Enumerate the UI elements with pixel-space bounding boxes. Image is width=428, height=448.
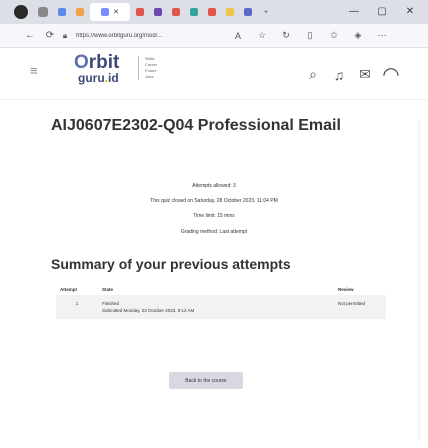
url-field[interactable]: https://www.orbitguru.org/mod/... bbox=[76, 33, 226, 39]
back-to-course-button[interactable]: Back to the course bbox=[169, 372, 243, 389]
time-limit: Time limit: 15 mins bbox=[193, 213, 235, 219]
summary-heading: Summary of your previous attempts bbox=[51, 256, 291, 272]
browser-tab[interactable] bbox=[168, 3, 184, 21]
back-history-icon[interactable] bbox=[38, 7, 48, 17]
favorites-icon[interactable]: ✩ bbox=[322, 30, 346, 41]
grading-method: Grading method: Last attempt bbox=[180, 229, 248, 235]
review-status: Not permitted bbox=[338, 301, 366, 306]
collections-icon[interactable]: ◈ bbox=[346, 30, 370, 41]
refresh-icon[interactable]: ↻ bbox=[274, 30, 298, 41]
browser-tab-active[interactable]: ✕ bbox=[90, 3, 130, 21]
logo-sub-text: guru bbox=[78, 71, 105, 85]
browser-tab[interactable] bbox=[150, 3, 166, 21]
browser-tab[interactable] bbox=[222, 3, 238, 21]
lock-icon: 🔒︎ bbox=[62, 30, 68, 40]
split-screen-icon[interactable]: ▯ bbox=[298, 30, 322, 41]
browser-tab[interactable] bbox=[54, 3, 70, 21]
attempts-table: Attempt State Review 1 Finished Submitte… bbox=[56, 284, 386, 319]
maximize-button[interactable]: ▢ bbox=[368, 2, 396, 20]
browser-tab[interactable] bbox=[204, 3, 220, 21]
attempt-number: 1 bbox=[75, 301, 79, 306]
reload-icon[interactable]: ⟳ bbox=[40, 30, 60, 41]
new-tab-button[interactable]: + bbox=[258, 3, 274, 21]
header-actions: ⌕ ♫ ✉ ◠ bbox=[300, 62, 404, 87]
logo-tagline: Skills Career Future Jobs bbox=[138, 56, 157, 80]
menu-icon[interactable]: ≡ bbox=[30, 63, 38, 78]
table-row: 1 Finished Submitted Monday, 23 October … bbox=[56, 295, 386, 319]
site-header: ≡ Orbit guru.id Skills Career Future Job… bbox=[0, 48, 428, 100]
chrome-profile-icon[interactable] bbox=[14, 5, 28, 19]
browser-tab[interactable] bbox=[186, 3, 202, 21]
browser-tab-bar: ✕ + — ▢ ✕ bbox=[0, 0, 428, 24]
window-controls: — ▢ ✕ bbox=[340, 2, 424, 20]
quiz-closed-note: This quiz closed on Saturday, 28 October… bbox=[150, 198, 278, 204]
browser-tab[interactable] bbox=[132, 3, 148, 21]
logo-o: O bbox=[74, 52, 89, 73]
user-avatar-icon[interactable]: ◠ bbox=[378, 62, 404, 87]
messages-icon[interactable]: ✉ bbox=[352, 66, 378, 83]
minimize-button[interactable]: — bbox=[340, 2, 368, 20]
state-submitted: Submitted Monday, 23 October 2023, 9:12 … bbox=[102, 308, 195, 313]
read-aloud-icon[interactable]: A bbox=[226, 31, 250, 41]
browser-tab[interactable] bbox=[240, 3, 256, 21]
browser-tab[interactable] bbox=[72, 3, 88, 21]
favorite-star-icon[interactable]: ☆ bbox=[250, 30, 274, 41]
address-bar: ← ⟳ 🔒︎ https://www.orbitguru.org/mod/...… bbox=[0, 24, 428, 48]
page-title: AIJ0607E2302-Q04 Professional Email bbox=[51, 117, 341, 134]
attempt-state: Finished Submitted Monday, 23 October 20… bbox=[98, 295, 334, 319]
main-content: AIJ0607E2302-Q04 Professional Email Atte… bbox=[0, 100, 428, 448]
logo-id-text: id bbox=[108, 71, 119, 85]
attempts-allowed: Attempts allowed: 3 bbox=[192, 183, 236, 189]
search-icon[interactable]: ⌕ bbox=[300, 66, 326, 83]
state-finished: Finished bbox=[102, 301, 120, 306]
logo-main-text: rbit bbox=[88, 52, 120, 73]
page-scrollbar[interactable] bbox=[418, 120, 420, 440]
notifications-icon[interactable]: ♫ bbox=[326, 67, 352, 83]
back-arrow-icon[interactable]: ← bbox=[20, 30, 40, 41]
more-menu-icon[interactable]: ⋯ bbox=[370, 30, 394, 41]
close-window-button[interactable]: ✕ bbox=[396, 2, 424, 20]
header-state: State bbox=[102, 287, 114, 292]
site-logo[interactable]: Orbit guru.id bbox=[74, 52, 120, 85]
header-review: Review bbox=[338, 287, 354, 292]
header-attempt: Attempt bbox=[60, 287, 77, 292]
